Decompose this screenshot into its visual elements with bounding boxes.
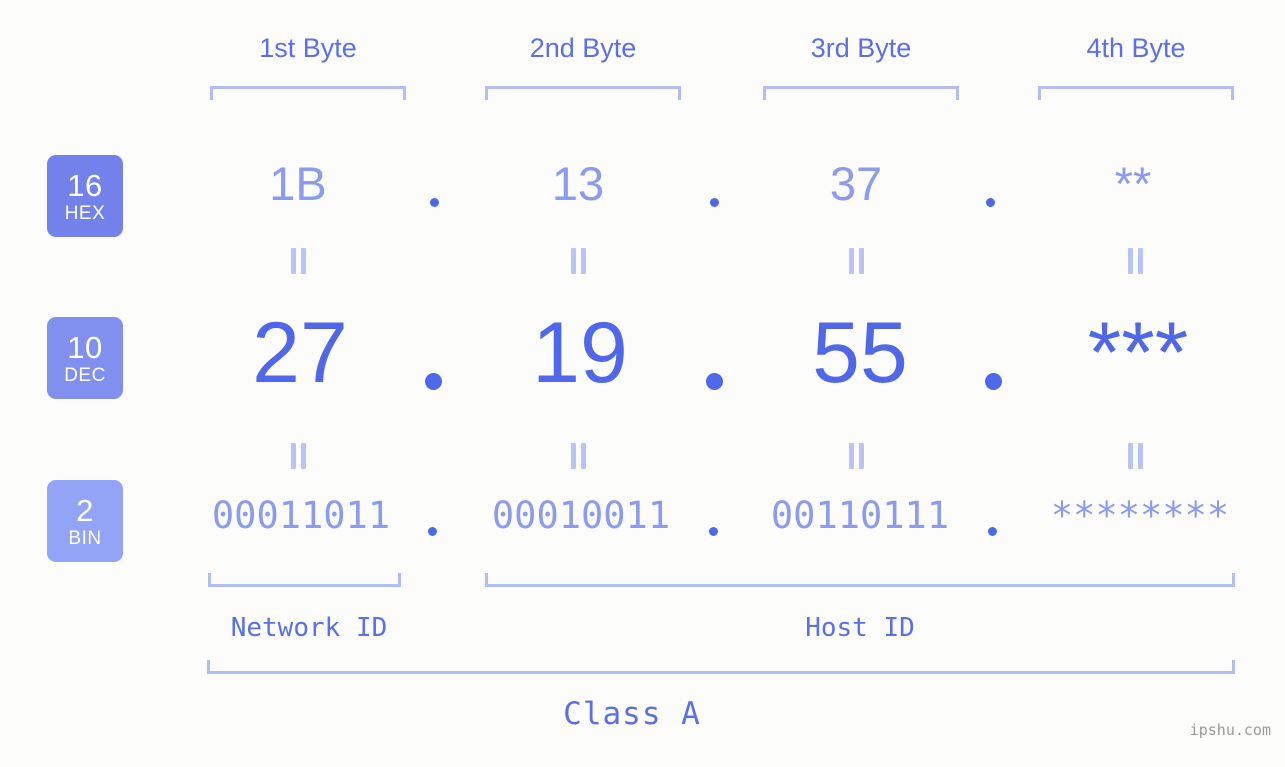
bin-separator-dot-2 [709, 527, 718, 536]
hex-value-byte-1: 1B [269, 157, 327, 210]
host-id-bracket [485, 573, 1235, 587]
base-badge-hex-number: 16 [67, 167, 103, 203]
equals-mark-bottom-2 [571, 443, 586, 469]
hex-separator-dot-3 [986, 198, 995, 207]
byte-header-3: 3rd Byte [810, 33, 912, 63]
base-badge-bin: 2 BIN [47, 480, 123, 562]
equals-mark-top-4 [1128, 248, 1143, 274]
class-label: Class A [563, 696, 701, 732]
hex-value-byte-3: 37 [829, 157, 883, 210]
base-badge-dec-abbr: DEC [64, 364, 106, 386]
ip-breakdown-diagram: 1st Byte 2nd Byte 3rd Byte 4th Byte 16 H… [0, 0, 1285, 767]
watermark-ipshu: ipshu.com [1189, 721, 1271, 739]
equals-mark-bottom-1 [291, 443, 306, 469]
dec-separator-dot-3 [985, 373, 1002, 390]
hex-separator-dot-2 [710, 198, 719, 207]
byte-header-2: 2nd Byte [529, 33, 637, 63]
bin-value-byte-4: ******** [1050, 494, 1230, 537]
bin-value-byte-2: 00010011 [491, 494, 671, 537]
dec-value-byte-2: 19 [532, 305, 628, 401]
hex-value-byte-2: 13 [551, 157, 605, 210]
base-badge-bin-number: 2 [76, 492, 94, 528]
dec-separator-dot-1 [425, 373, 442, 390]
byte-bracket-top-2 [485, 86, 681, 100]
equals-mark-bottom-4 [1128, 443, 1143, 469]
base-badge-dec: 10 DEC [47, 317, 123, 399]
network-id-label: Network ID [230, 613, 388, 643]
equals-mark-top-3 [849, 248, 864, 274]
bin-separator-dot-1 [428, 527, 437, 536]
hex-separator-dot-1 [430, 198, 439, 207]
byte-bracket-top-1 [210, 86, 406, 100]
base-badge-bin-abbr: BIN [68, 527, 102, 549]
hex-value-byte-4: ** [1114, 157, 1152, 210]
equals-mark-bottom-3 [849, 443, 864, 469]
dec-value-byte-1: 27 [252, 305, 348, 401]
bin-value-byte-3: 00110111 [770, 494, 950, 537]
bin-value-byte-1: 00011011 [211, 494, 391, 537]
byte-bracket-top-4 [1038, 86, 1234, 100]
byte-header-1: 1st Byte [259, 33, 357, 63]
host-id-label: Host ID [805, 613, 915, 643]
byte-bracket-top-3 [763, 86, 959, 100]
dec-value-byte-3: 55 [812, 305, 908, 401]
bin-separator-dot-3 [988, 527, 997, 536]
base-badge-hex-abbr: HEX [64, 202, 106, 224]
base-badge-hex: 16 HEX [47, 155, 123, 237]
base-badge-dec-number: 10 [67, 329, 103, 365]
class-bracket [207, 660, 1235, 674]
equals-mark-top-1 [291, 248, 306, 274]
dec-value-byte-4: *** [1087, 305, 1189, 401]
byte-header-4: 4th Byte [1086, 33, 1186, 63]
equals-mark-top-2 [571, 248, 586, 274]
network-id-bracket [208, 573, 401, 587]
dec-separator-dot-2 [706, 373, 723, 390]
